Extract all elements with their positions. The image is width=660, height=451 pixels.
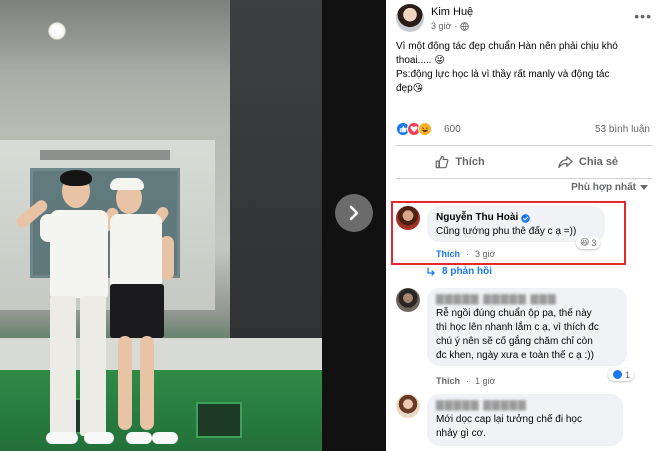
laugh-emoji-icon: 😆	[580, 237, 590, 247]
share-button[interactable]: Chia sẻ	[524, 148, 652, 176]
share-label: Chia sẻ	[578, 156, 619, 168]
divider	[396, 178, 652, 179]
post-author[interactable]: Kim Huệ	[431, 6, 473, 18]
share-arrow-icon	[558, 156, 573, 169]
sort-label: Phù hợp nhất	[571, 182, 636, 193]
comment-actions: Thích · 1 giờ	[436, 376, 496, 386]
comment-bubble: ▇▇▇▇▇ ▇▇▇▇▇ Mới dọc cap lại tưởng chế đi…	[427, 394, 623, 446]
avatar[interactable]	[396, 288, 420, 312]
post-time[interactable]: 3 giờ	[431, 21, 451, 31]
dark-wall	[230, 0, 322, 360]
kiss-emoji-icon: 😘	[412, 83, 424, 94]
comment-sort-dropdown[interactable]: Phù hợp nhất	[571, 182, 648, 193]
hitting-mat	[196, 402, 242, 438]
post-actions: Thích Chia sẻ	[396, 148, 652, 176]
comment-count[interactable]: 53 bình luận	[595, 124, 650, 135]
commenter-name-blurred[interactable]: ▇▇▇▇▇ ▇▇▇▇▇ ▇▇▇	[436, 293, 618, 307]
ceiling-light	[48, 22, 66, 40]
comment-text: chú ý nên sẽ cố gắng chăm chỉ còn	[436, 336, 593, 347]
post-meta: 3 giờ ·	[431, 21, 470, 31]
comment-item: Nguyễn Thu Hoài Cũng tướng phu thê đấy c…	[396, 206, 654, 266]
reaction-summary[interactable]: 600 53 bình luận	[396, 122, 654, 138]
comment-reaction-count: 1	[625, 369, 631, 380]
comment-like-button[interactable]: Thích	[436, 376, 460, 386]
commenter-name-blurred[interactable]: ▇▇▇▇▇ ▇▇▇▇▇	[436, 399, 614, 413]
comment-time[interactable]: 1 giờ	[475, 376, 495, 386]
comment-time[interactable]: 3 giờ	[475, 249, 495, 259]
thumbs-up-icon	[436, 155, 449, 169]
like-label: Thích	[455, 156, 485, 168]
post-panel: Kim Huệ 3 giờ · ••• Vì một động tác đẹp …	[386, 0, 660, 451]
comment-reaction-count: 3	[591, 237, 597, 248]
avatar[interactable]	[396, 394, 420, 418]
photo-viewer	[0, 0, 386, 451]
floor	[0, 338, 322, 372]
post-caption: Vì một động tác đẹp chuẩn Hàn nên phải c…	[396, 40, 628, 96]
comment-text: Mới dọc cap lại tưởng chế đi học	[436, 414, 582, 425]
post-header: Kim Huệ 3 giờ · •••	[396, 4, 656, 34]
comment-bubble: ▇▇▇▇▇ ▇▇▇▇▇ ▇▇▇ Rễ ngồi đúng chuẩn ộp pa…	[427, 288, 627, 366]
more-options-icon[interactable]: •••	[634, 9, 652, 23]
comment-actions: Thích · 3 giờ	[436, 249, 496, 259]
post-photo	[0, 0, 322, 451]
comment-reactions[interactable]: 1	[608, 368, 635, 381]
reply-arrow-icon	[427, 266, 435, 276]
caption-text: Vì một động tác đẹp chuẩn Hàn nên phải c…	[396, 41, 618, 66]
commenter-name[interactable]: Nguyễn Thu Hoài	[436, 211, 518, 225]
reaction-count[interactable]: 600	[444, 124, 461, 135]
verified-badge-icon	[521, 213, 531, 223]
comment-text: nhảy gì cơ.	[436, 428, 486, 439]
caption-text: Ps:động lực học là vì thầy rất manly và …	[396, 69, 610, 94]
comment-item: ▇▇▇▇▇ ▇▇▇▇▇ ▇▇▇ Rễ ngồi đúng chuẩn ộp pa…	[396, 288, 654, 388]
avatar[interactable]	[396, 206, 420, 230]
screen-banner	[40, 150, 170, 160]
replies-label: 8 phản hồi	[442, 266, 492, 277]
like-icon	[612, 369, 623, 380]
comment-reactions[interactable]: 😆 3	[576, 236, 601, 249]
globe-icon	[460, 21, 470, 31]
next-photo-button[interactable]	[335, 194, 373, 232]
caret-down-icon	[640, 184, 648, 190]
comment-text: thì học lên nhanh lắm c ạ, vì thích đc	[436, 322, 599, 333]
view-replies-button[interactable]: 8 phản hồi	[426, 266, 492, 277]
chevron-right-icon	[349, 205, 359, 221]
avatar[interactable]	[396, 4, 424, 32]
haha-icon	[418, 122, 432, 136]
wink-emoji-icon: 😜	[434, 55, 445, 66]
like-button[interactable]: Thích	[396, 148, 524, 176]
comment-text: Rễ ngồi đúng chuẩn ộp pa, thế này	[436, 308, 592, 319]
comment-like-button[interactable]: Thích	[436, 249, 460, 259]
comment-item: ▇▇▇▇▇ ▇▇▇▇▇ Mới dọc cap lại tưởng chế đi…	[396, 394, 654, 451]
comment-text: Cũng tướng phu thê đấy c ạ =))	[436, 226, 577, 237]
divider	[396, 145, 652, 146]
comment-text: đc khen, ngày xưa e toàn thế c ạ :))	[436, 350, 594, 361]
